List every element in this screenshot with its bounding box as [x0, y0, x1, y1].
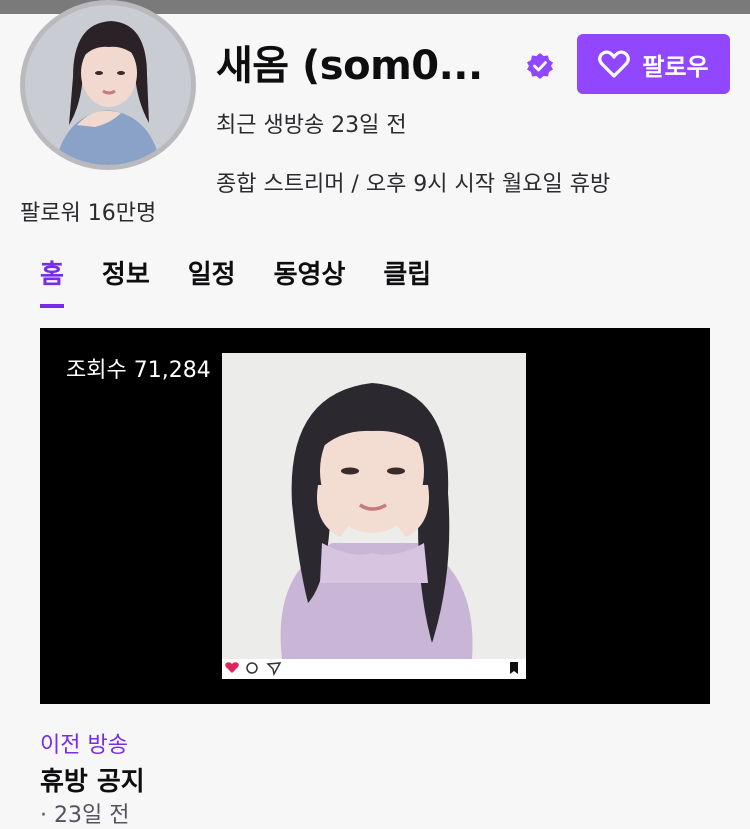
portrait-illustration — [222, 353, 526, 659]
follower-count: 팔로워 16만명 — [20, 201, 157, 226]
heart-icon — [598, 50, 631, 78]
channel-description: 종합 스트리머 / 오후 9시 시작 월요일 휴방 — [216, 172, 611, 197]
avatar-photo — [25, 5, 191, 165]
channel-avatar[interactable] — [20, 0, 196, 170]
last-live-text: 최근 생방송 23일 전 — [216, 113, 407, 138]
channel-tabs: 홈 정보 일정 동영상 클립 — [40, 258, 469, 308]
photo-caption-bar — [225, 662, 518, 677]
video-title[interactable]: 휴방 공지 — [40, 761, 145, 798]
follow-button[interactable]: 팔로우 — [577, 34, 730, 94]
tab-schedule[interactable]: 일정 — [188, 258, 236, 306]
tab-home[interactable]: 홈 — [40, 258, 64, 308]
tab-about[interactable]: 정보 — [102, 258, 150, 306]
video-date: · 23일 전 — [40, 803, 130, 828]
video-thumbnail[interactable]: 조회수 71,284 — [40, 328, 710, 704]
channel-name: 새옴 (som0... — [216, 43, 483, 89]
view-count: 조회수 71,284 — [66, 358, 211, 383]
verified-badge-icon — [527, 53, 553, 79]
follow-button-label: 팔로우 — [642, 52, 709, 81]
tab-videos[interactable]: 동영상 — [274, 258, 346, 306]
thumbnail-image — [222, 353, 526, 679]
tab-clips[interactable]: 클립 — [383, 258, 431, 306]
video-category[interactable]: 이전 방송 — [40, 727, 128, 759]
